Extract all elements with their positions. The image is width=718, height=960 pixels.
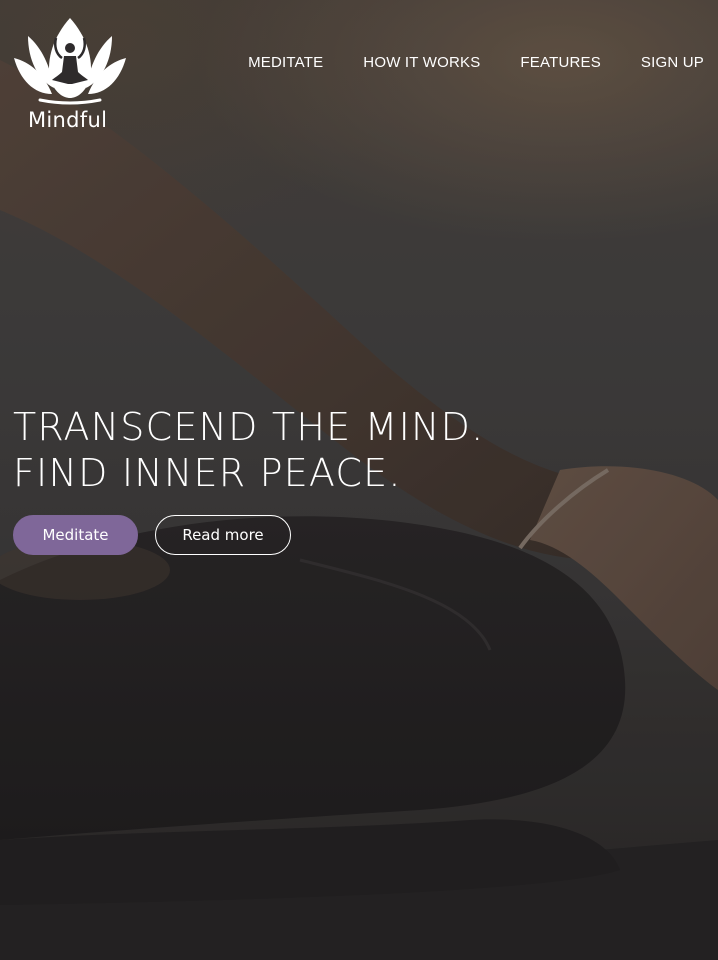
nav-link-sign-up[interactable]: SIGN UP: [641, 54, 704, 71]
nav-link-meditate[interactable]: MEDITATE: [248, 54, 323, 71]
nav-link-features[interactable]: FEATURES: [520, 54, 601, 71]
brand-name: Mindful: [28, 108, 108, 132]
hero-section: Mindful MEDITATE HOW IT WORKS FEATURES S…: [0, 0, 718, 960]
nav-link-how-it-works[interactable]: HOW IT WORKS: [363, 54, 480, 71]
read-more-button[interactable]: Read more: [155, 515, 291, 555]
brand-logo[interactable]: Mindful: [12, 14, 128, 138]
hero-headline-line-1: TRANSCEND THE MIND.: [13, 405, 485, 449]
meditate-button[interactable]: Meditate: [13, 515, 138, 555]
hero-headline-line-2: FIND INNER PEACE.: [13, 451, 402, 495]
hero-headline: TRANSCEND THE MIND. FIND INNER PEACE.: [13, 404, 484, 496]
lotus-meditation-icon: [14, 18, 126, 105]
main-nav: MEDITATE HOW IT WORKS FEATURES SIGN UP: [248, 52, 704, 72]
